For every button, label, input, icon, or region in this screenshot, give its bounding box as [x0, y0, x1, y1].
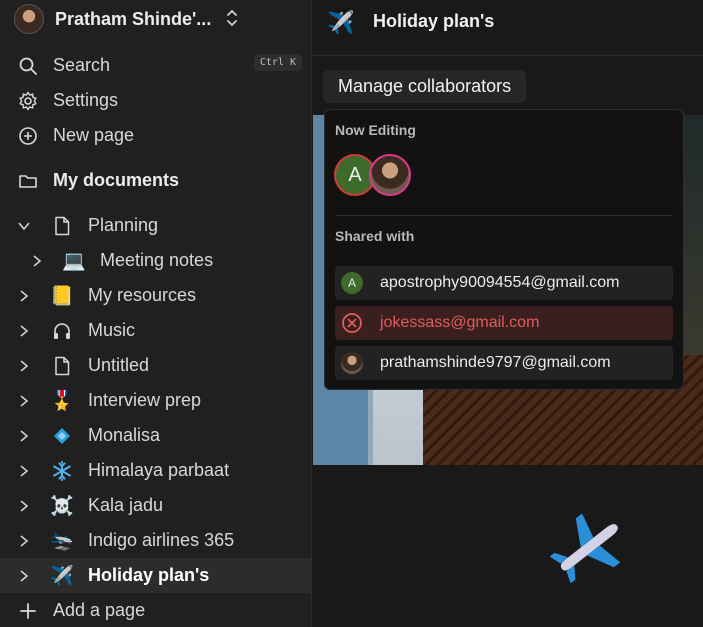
- divider: [335, 215, 673, 216]
- tree-item-music[interactable]: Music: [0, 313, 312, 348]
- chevron-right-icon[interactable]: [17, 499, 31, 513]
- tree-item-label: Kala jadu: [88, 495, 164, 515]
- share-email: jokessass@gmail.com: [380, 314, 540, 331]
- page-icon: [50, 214, 74, 238]
- share-row[interactable]: A apostrophy90094554@gmail.com: [335, 266, 673, 300]
- tree-item-untitled[interactable]: Untitled: [0, 348, 312, 383]
- chevron-right-icon[interactable]: [17, 324, 31, 338]
- error-circle-icon[interactable]: [341, 312, 363, 334]
- tree-item-label: Himalaya parbaat: [88, 460, 230, 480]
- new-page-item[interactable]: New page: [0, 118, 312, 153]
- chevron-right-icon[interactable]: [17, 359, 31, 373]
- share-initial: A: [347, 276, 356, 290]
- tree-item-label: Monalisa: [88, 425, 161, 445]
- chevron-right-icon[interactable]: [17, 289, 31, 303]
- tree-item-label: Meeting notes: [100, 250, 214, 270]
- page-title: Holiday plan's: [373, 11, 495, 31]
- plus-icon: [17, 600, 39, 622]
- tree-item-my-resources[interactable]: 📒 My resources: [0, 278, 312, 313]
- tree-item-planning[interactable]: Planning: [0, 208, 312, 243]
- diamond-icon: [50, 424, 74, 448]
- sidebar: Pratham Shinde'... Search Ctrl K Setting…: [0, 0, 312, 627]
- tree-item-label: Indigo airlines 365: [88, 530, 235, 550]
- skull-icon: ☠️: [50, 495, 74, 517]
- airplane-icon: ✈️: [327, 10, 355, 35]
- editor-initial: A: [348, 163, 362, 186]
- settings-item[interactable]: Settings: [0, 83, 312, 118]
- tree-item-kala-jadu[interactable]: ☠️ Kala jadu: [0, 488, 312, 523]
- share-avatar-photo: [341, 352, 363, 374]
- shared-with-heading: Shared with: [335, 228, 415, 244]
- main-content: ✈️ Holiday plan's Manage collaborators N…: [313, 0, 703, 627]
- headphones-icon: [50, 319, 74, 343]
- editor-avatar-photo[interactable]: [369, 154, 411, 196]
- tree-item-monalisa[interactable]: Monalisa: [0, 418, 312, 453]
- tree-item-label: Holiday plan's: [88, 565, 210, 585]
- tree-item-holiday-plans[interactable]: ✈️ Holiday plan's: [0, 558, 312, 593]
- search-item[interactable]: Search Ctrl K: [0, 48, 312, 83]
- share-row-error[interactable]: jokessass@gmail.com: [335, 306, 673, 340]
- tree-item-label: My resources: [88, 285, 197, 305]
- chevron-right-icon[interactable]: [17, 394, 31, 408]
- chevron-right-icon[interactable]: [17, 534, 31, 548]
- manage-collaborators-label: Manage collaborators: [338, 76, 512, 96]
- share-row[interactable]: prathamshinde9797@gmail.com: [335, 346, 673, 380]
- chevron-up-down-icon[interactable]: [224, 7, 240, 29]
- chevron-right-icon[interactable]: [17, 464, 31, 478]
- avatar: [14, 4, 44, 34]
- add-page-label: Add a page: [53, 600, 146, 620]
- tree-item-label: Interview prep: [88, 390, 202, 410]
- share-email: prathamshinde9797@gmail.com: [380, 354, 611, 371]
- laptop-icon: 💻: [62, 250, 86, 272]
- folder-icon: [17, 170, 39, 192]
- gear-icon: [17, 90, 39, 112]
- tree-item-meeting-notes[interactable]: 💻 Meeting notes: [0, 243, 312, 278]
- search-shortcut: Ctrl K: [253, 54, 302, 71]
- page-header: ✈️ Holiday plan's: [313, 0, 703, 56]
- page-icon: [50, 354, 74, 378]
- medal-icon: 🎖️: [50, 390, 74, 412]
- tree-item-interview-prep[interactable]: 🎖️ Interview prep: [0, 383, 312, 418]
- tree-item-label: Planning: [88, 215, 159, 235]
- tree-item-label: Untitled: [88, 355, 150, 375]
- add-page-item[interactable]: Add a page: [0, 593, 312, 627]
- notebook-icon: 📒: [50, 285, 74, 307]
- now-editing-heading: Now Editing: [335, 122, 416, 138]
- settings-label: Settings: [53, 90, 119, 110]
- tree-item-himalaya-parbaat[interactable]: Himalaya parbaat: [0, 453, 312, 488]
- share-avatar: A: [341, 272, 363, 294]
- chevron-down-icon[interactable]: [17, 219, 31, 233]
- manage-collaborators-button[interactable]: Manage collaborators: [323, 70, 527, 103]
- collaborators-popover: Now Editing A Shared with A apostrophy90…: [324, 109, 684, 390]
- my-documents-label: My documents: [53, 170, 180, 190]
- page-icon-airplane[interactable]: [545, 510, 629, 588]
- plus-circle-icon: [17, 125, 39, 147]
- chevron-right-icon[interactable]: [17, 429, 31, 443]
- chevron-right-icon[interactable]: [17, 569, 31, 583]
- search-label: Search: [53, 55, 111, 75]
- share-email: apostrophy90094554@gmail.com: [380, 274, 620, 291]
- tree-item-indigo-airlines-365[interactable]: 🛬 Indigo airlines 365: [0, 523, 312, 558]
- snowflake-icon: [50, 459, 74, 483]
- airplane-icon: ✈️: [50, 565, 74, 587]
- chevron-right-icon[interactable]: [30, 254, 44, 268]
- workspace-name: Pratham Shinde'...: [55, 8, 212, 29]
- new-page-label: New page: [53, 125, 135, 145]
- my-documents-header[interactable]: My documents: [0, 163, 312, 198]
- landing-icon: 🛬: [50, 530, 74, 552]
- tree-item-label: Music: [88, 320, 136, 340]
- workspace-switcher[interactable]: Pratham Shinde'...: [14, 4, 304, 34]
- search-icon: [17, 55, 39, 77]
